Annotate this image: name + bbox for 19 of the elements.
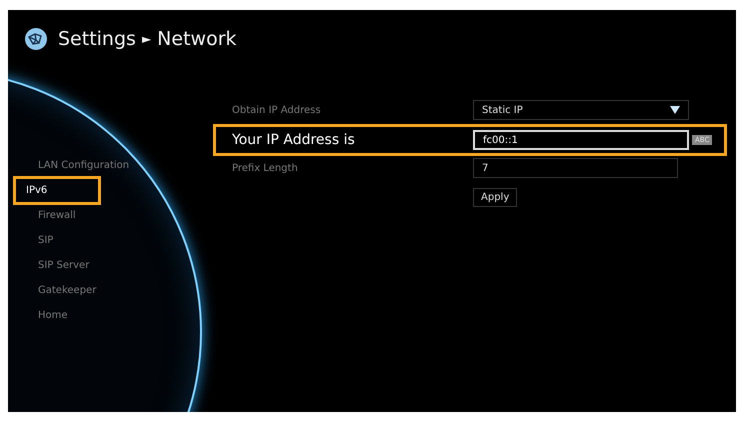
sidebar-item[interactable]: Home (13, 303, 71, 328)
sidebar-item[interactable]: SIP Server (13, 253, 92, 278)
dropdown-arrow-icon (670, 106, 680, 114)
sidebar-item[interactable]: SIP (13, 228, 56, 253)
dropdown-field[interactable]: Static IP (473, 100, 689, 120)
sidebar-item[interactable]: Firewall (13, 203, 79, 228)
page-title: Settings (58, 28, 136, 50)
input-field[interactable]: 7 (473, 158, 678, 178)
input-field[interactable]: fc00::1 (473, 130, 689, 150)
breadcrumb-separator: ► (142, 32, 152, 46)
sidebar-item[interactable]: Gatekeeper (13, 278, 100, 303)
sidebar-item[interactable]: LAN Configuration (13, 153, 132, 178)
field-label: Prefix Length (232, 162, 298, 174)
apply-button[interactable]: Apply (473, 188, 518, 206)
field-label: Obtain IP Address (232, 104, 321, 116)
sidebar-item[interactable]: IPv6 (13, 176, 101, 205)
field-label: Your IP Address is (232, 132, 355, 148)
page-subtitle: Network (157, 28, 237, 50)
globe-icon (24, 27, 48, 51)
